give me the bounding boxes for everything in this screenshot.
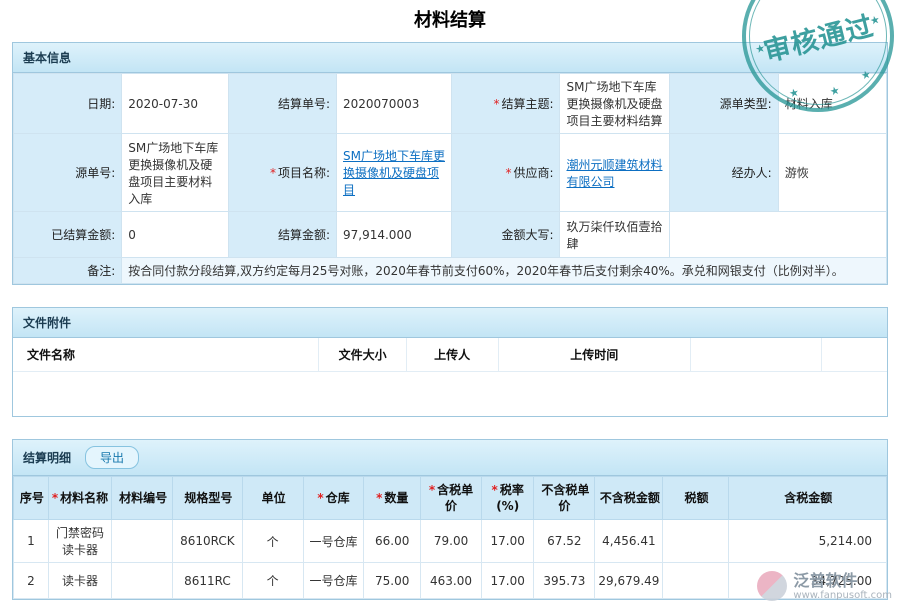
cell-tax-rate: 17.00: [482, 520, 534, 563]
cell-material-code: [112, 563, 173, 599]
cell-quantity: 66.00: [364, 520, 421, 563]
field-value-source-no: SM广场地下车库更换摄像机及硬盘项目主要材料入库: [122, 134, 229, 212]
cell-unit: 个: [242, 563, 303, 599]
supplier-link[interactable]: 潮州元顺建筑材料有限公司: [566, 158, 662, 189]
field-label-handler: 经办人:: [670, 134, 778, 212]
col-file-name: 文件名称: [13, 338, 319, 372]
brand-name: 泛普软件: [793, 571, 892, 590]
project-link[interactable]: SM广场地下车库更换摄像机及硬盘项目: [343, 149, 445, 197]
cell-material-name: 门禁密码读卡器: [48, 520, 111, 563]
field-label-settled-amount: 已结算金额:: [14, 212, 122, 258]
basic-info-title: 基本信息: [23, 49, 71, 66]
cell-price-untaxed: 395.73: [534, 563, 595, 599]
export-button[interactable]: 导出: [85, 446, 139, 469]
col-tax-amount: 税额: [663, 477, 728, 520]
info-row-remark: 备注: 按合同付款分段结算,双方约定每月25号对账，2020年春节前支付60%，…: [14, 258, 887, 284]
col-empty-1: [690, 338, 821, 372]
field-value-source-type: 材料入库: [778, 74, 886, 134]
details-header-row: 序号 *材料名称 材料编号 规格型号 单位 *仓库 *数量 *含税单价 *税率(…: [14, 477, 887, 520]
cell-seq: 1: [14, 520, 49, 563]
brand-watermark: 泛普软件 www.fanpusoft.com: [757, 571, 892, 602]
info-row-2: 源单号: SM广场地下车库更换摄像机及硬盘项目主要材料入库 *项目名称: SM广…: [14, 134, 887, 212]
cell-tax-rate: 17.00: [482, 563, 534, 599]
col-spec-model: 规格型号: [173, 477, 243, 520]
field-label-source-no: 源单号:: [14, 134, 122, 212]
cell-tax-amount: [663, 563, 728, 599]
field-label-settle-amount: 结算金额:: [228, 212, 336, 258]
col-uploader: 上传人: [406, 338, 498, 372]
basic-info-header: 基本信息: [13, 43, 887, 73]
attachments-section: 文件附件 文件名称 文件大小 上传人 上传时间: [12, 307, 888, 417]
field-label-remark: 备注:: [14, 258, 122, 284]
col-empty-2: [821, 338, 887, 372]
col-quantity: *数量: [364, 477, 421, 520]
field-label-settle-no: 结算单号:: [228, 74, 336, 134]
cell-warehouse: 一号仓库: [303, 563, 364, 599]
brand-url: www.fanpusoft.com: [793, 590, 892, 602]
cell-tax-amount: [663, 520, 728, 563]
field-label-date: 日期:: [14, 74, 122, 134]
col-amount-taxed: 含税金额: [728, 477, 886, 520]
cell-amount-taxed: 5,214.00: [728, 520, 886, 563]
field-value-settle-no: 2020070003: [337, 74, 452, 134]
col-file-size: 文件大小: [319, 338, 406, 372]
col-material-name: *材料名称: [48, 477, 111, 520]
field-value-settle-amount: 97,914.000: [337, 212, 452, 258]
cell-seq: 2: [14, 563, 49, 599]
field-label-amount-caps: 金额大写:: [452, 212, 560, 258]
attachments-header: 文件附件: [13, 308, 887, 338]
cell-warehouse: 一号仓库: [303, 520, 364, 563]
cell-unit: 个: [242, 520, 303, 563]
details-table: 序号 *材料名称 材料编号 规格型号 单位 *仓库 *数量 *含税单价 *税率(…: [13, 476, 887, 599]
col-price-taxed: *含税单价: [421, 477, 482, 520]
field-value-handler: 游恢: [778, 134, 886, 212]
col-unit: 单位: [242, 477, 303, 520]
field-value-settle-topic: SM广场地下车库更换摄像机及硬盘项目主要材料结算: [560, 74, 670, 134]
cell-amount-untaxed: 29,679.49: [595, 563, 663, 599]
info-row-3: 已结算金额: 0 结算金额: 97,914.000 金额大写: 玖万柒仟玖佰壹拾…: [14, 212, 887, 258]
brand-logo-icon: [757, 571, 787, 601]
field-value-amount-caps: 玖万柒仟玖佰壹拾肆: [560, 212, 670, 258]
attachments-title: 文件附件: [23, 314, 71, 331]
field-value-settled-amount: 0: [122, 212, 229, 258]
field-label-project: *项目名称:: [228, 134, 336, 212]
cell-price-taxed: 79.00: [421, 520, 482, 563]
field-value-supplier: 潮州元顺建筑材料有限公司: [560, 134, 670, 212]
col-warehouse: *仓库: [303, 477, 364, 520]
field-label-source-type: 源单类型:: [670, 74, 778, 134]
info-row-1: 日期: 2020-07-30 结算单号: 2020070003 *结算主题: S…: [14, 74, 887, 134]
details-header: 结算明细 导出: [13, 440, 887, 476]
page-title: 材料结算: [0, 6, 900, 32]
field-value-date: 2020-07-30: [122, 74, 229, 134]
col-upload-time: 上传时间: [498, 338, 690, 372]
basic-info-table: 日期: 2020-07-30 结算单号: 2020070003 *结算主题: S…: [13, 73, 887, 284]
table-row: 2 读卡器 8611RC 个 一号仓库 75.00 463.00 17.00 3…: [14, 563, 887, 599]
empty-cell: [670, 212, 887, 258]
cell-material-code: [112, 520, 173, 563]
col-seq: 序号: [14, 477, 49, 520]
attachments-table: 文件名称 文件大小 上传人 上传时间: [13, 338, 887, 372]
cell-material-name: 读卡器: [48, 563, 111, 599]
field-label-settle-topic: *结算主题:: [452, 74, 560, 134]
details-title: 结算明细: [23, 449, 71, 466]
cell-price-taxed: 463.00: [421, 563, 482, 599]
col-price-untaxed: 不含税单价: [534, 477, 595, 520]
cell-quantity: 75.00: [364, 563, 421, 599]
col-amount-untaxed: 不含税金额: [595, 477, 663, 520]
field-label-supplier: *供应商:: [452, 134, 560, 212]
field-value-project: SM广场地下车库更换摄像机及硬盘项目: [337, 134, 452, 212]
attachments-header-row: 文件名称 文件大小 上传人 上传时间: [13, 338, 887, 372]
col-material-code: 材料编号: [112, 477, 173, 520]
col-tax-rate: *税率(%): [482, 477, 534, 520]
field-value-remark: 按合同付款分段结算,双方约定每月25号对账，2020年春节前支付60%，2020…: [122, 258, 887, 284]
cell-spec-model: 8610RCK: [173, 520, 243, 563]
basic-info-section: 基本信息 日期: 2020-07-30 结算单号: 2020070003 *结算…: [12, 42, 888, 285]
table-row: 1 门禁密码读卡器 8610RCK 个 一号仓库 66.00 79.00 17.…: [14, 520, 887, 563]
attachments-empty-area: [13, 372, 887, 416]
cell-spec-model: 8611RC: [173, 563, 243, 599]
cell-amount-untaxed: 4,456.41: [595, 520, 663, 563]
cell-price-untaxed: 67.52: [534, 520, 595, 563]
